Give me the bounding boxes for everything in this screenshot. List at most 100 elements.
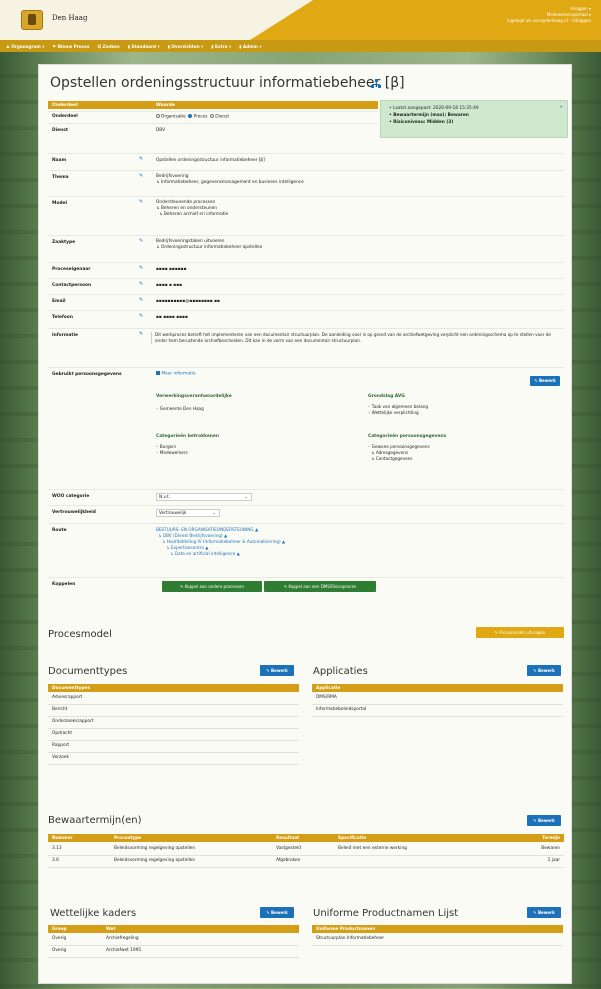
list-item: Opdracht xyxy=(48,729,299,741)
cell-procestype: Beleidsvorming regelgeving opstellen xyxy=(114,858,196,863)
list-item: DMS/RMA xyxy=(312,693,563,705)
link-dms-process-button[interactable]: ✎ Koppel aan een DMS/Risicoproces xyxy=(264,581,376,592)
checkbox-label[interactable]: Meer informatie xyxy=(161,372,195,377)
edit-icon[interactable]: ✎ xyxy=(139,313,143,319)
label-thema: Thema xyxy=(52,175,69,180)
row-onderdeel: Onderdeel Organisatie Proces Dienst xyxy=(48,111,378,122)
last-modified: • Laatst aangepast: 2020-09-18 15:35:49 xyxy=(389,106,479,111)
heading-betrokkenen: Categorieën betrokkenen xyxy=(156,434,220,439)
nav-organogram[interactable]: ♟ Organogram ▾ xyxy=(6,44,44,49)
cell-nummer: 3.13 xyxy=(52,846,62,851)
productnamen-edit-button[interactable]: ✎ Bewerk xyxy=(527,907,561,918)
bewaartermijnen-edit-button[interactable]: ✎ Bewerk xyxy=(527,815,561,826)
edit-icon[interactable]: ✎ xyxy=(139,156,143,162)
row-contactpersoon: Contactpersoon ✎ ▪▪▪▪ ▪ ▪▪▪ xyxy=(48,278,564,293)
edit-icon[interactable]: ✎ xyxy=(139,238,143,244)
value-betrokkenen-2: ◦ Medewerkers xyxy=(156,450,188,455)
row-woo: WOO categorie N.v.t. ⌄ xyxy=(48,489,564,504)
close-icon[interactable]: × xyxy=(559,104,563,111)
logged-in-status[interactable]: Ingelogd als user@denhaag.nl - Uitloggen xyxy=(507,18,591,24)
wettelijke-edit-button[interactable]: ✎ Bewerk xyxy=(260,907,294,918)
nav-overzichten[interactable]: ▮ Overzichten ▾ xyxy=(168,44,204,49)
hierarchy-icon[interactable] xyxy=(371,79,381,88)
brand-name[interactable]: Den Haag xyxy=(52,14,87,22)
documenttypes-header-label: Documenttypes xyxy=(52,686,91,691)
edit-icon[interactable]: ✎ xyxy=(139,265,143,271)
col-wet: Wet xyxy=(106,927,116,932)
user-menu[interactable]: Inloggen ▾ Medewerkersportaal ▾ Ingelogd… xyxy=(507,6,591,24)
value-grondslag-2: ◦ Wettelijke verplichting xyxy=(368,410,419,415)
option-dienst[interactable]: Dienst xyxy=(215,115,229,120)
nav-standaard[interactable]: ▮ Standaard ▾ xyxy=(128,44,160,49)
col-specificatie: Specificatie xyxy=(338,836,367,841)
list-item-text: Opdracht xyxy=(52,731,73,736)
option-organisatie[interactable]: Organisatie xyxy=(161,115,186,120)
label-zaaktype: Zaaktype xyxy=(52,240,76,245)
option-proces[interactable]: Proces xyxy=(193,115,207,120)
procesmodel-request-button[interactable]: ✎ Procesmodel uitvragen xyxy=(476,627,564,638)
row-model: Model ✎ Ondersteunende processen ↳ Beher… xyxy=(48,196,564,227)
chevron-down-icon: ⌄ xyxy=(244,494,248,499)
value-model: Ondersteunende processen ↳ Beheren en on… xyxy=(156,200,228,218)
cell-groep: Overig xyxy=(52,948,67,953)
woo-select[interactable]: N.v.t. ⌄ xyxy=(156,493,252,501)
row-vertrouwelijkheid: Vertrouwelijkheid Vertrouwelijk ⌄ xyxy=(48,505,564,520)
edit-icon[interactable]: ✎ xyxy=(139,281,143,287)
row-thema: Thema ✎ Bedrijfsvoering ↳ Informatiebehe… xyxy=(48,170,564,193)
row-informatie: Informatie ✎ Dit werkproces betreft het … xyxy=(48,328,564,361)
city-crest-logo[interactable] xyxy=(21,10,43,30)
value-informatie: Dit werkproces betreft het implementeren… xyxy=(151,332,555,344)
label-koppelen: Koppelen xyxy=(52,582,76,587)
label-persoonsgegevens: Gebruikt persoonsgegevens xyxy=(52,372,122,377)
value-zaaktype: Bedrijfsvoeringstaken uitvoeren ↳ Ordeni… xyxy=(156,239,262,251)
radio-organisatie[interactable] xyxy=(156,114,160,118)
col-groep: Groep xyxy=(52,927,67,932)
edit-persoonsgegevens-button[interactable]: ✎ Bewerk xyxy=(530,376,560,386)
radio-proces[interactable] xyxy=(188,114,193,118)
cell-groep: Overig xyxy=(52,936,67,941)
row-proceseigenaar: Proceseigenaar ✎ ▪▪▪▪ ▪▪▪▪▪▪ xyxy=(48,262,564,277)
value-verwerking: ◦ Gemeente Den Haag xyxy=(156,406,204,411)
value-contactpersoon: ▪▪▪▪ ▪ ▪▪▪ xyxy=(156,283,183,288)
cell-termijn: 1 jaar xyxy=(547,858,560,863)
zaaktype-level-2: ↳ Ordeningsstructuur informatiebeheer op… xyxy=(156,245,263,250)
value-email[interactable]: ▪▪▪▪▪▪▪▪▪▪@▪▪▪▪▪▪▪▪.▪▪ xyxy=(156,299,220,305)
nav-admin[interactable]: ▮ Admin ▾ xyxy=(239,44,261,49)
applicaties-edit-button[interactable]: ✎ Bewerk xyxy=(527,665,561,676)
nav-zoeken[interactable]: Q Zoeken xyxy=(97,44,119,49)
list-item-text: DMS/RMA xyxy=(316,695,337,700)
row-dienst: Dienst DBV xyxy=(48,123,378,138)
onderdeel-options: Organisatie Proces Dienst xyxy=(156,114,229,121)
row-koppelen: Koppelen ✎ Koppel aan andere processen ✎… xyxy=(48,577,564,598)
radio-dienst[interactable] xyxy=(210,114,215,118)
documenttypes-edit-button[interactable]: ✎ Bewerk xyxy=(260,665,294,676)
cell-resultaat: Afgebroken xyxy=(276,858,301,863)
documenttypes-header: Documenttypes xyxy=(48,684,299,692)
col-termijn: Termijn xyxy=(542,836,560,841)
wettelijke-title: Wettelijke kaders xyxy=(50,908,137,919)
cell-termijn: Bewaren xyxy=(541,846,560,851)
edit-icon[interactable]: ✎ xyxy=(139,331,143,337)
list-item-text: Onderzoeksrapport xyxy=(52,719,94,724)
nav-nieuw-proces[interactable]: ⚑ Nieuw Proces xyxy=(52,44,89,49)
col-procestype: Procestype xyxy=(114,836,142,841)
heading-grondslag: Grondslag AVG xyxy=(368,394,405,399)
col-waarde: Waarde xyxy=(156,102,175,108)
checkbox-meer-informatie[interactable]: Meer informatie xyxy=(156,371,196,378)
table-row: Overig Archiefregeling xyxy=(48,934,299,946)
route-level-5[interactable]: ↳ Data en artificial intelligence ▲ xyxy=(156,551,285,557)
label-proceseigenaar: Proceseigenaar xyxy=(52,267,91,272)
risk-level: • Risiconiveau: Midden (3) xyxy=(389,120,454,125)
nav-extra[interactable]: ▮ Extra ▾ xyxy=(211,44,231,49)
link-other-processes-button[interactable]: ✎ Koppel aan andere processen xyxy=(162,581,262,592)
edit-icon[interactable]: ✎ xyxy=(139,199,143,205)
table-row: Overig Archiefwet 1995 xyxy=(48,946,299,958)
checkbox-checked-icon[interactable] xyxy=(156,371,160,375)
edit-icon[interactable]: ✎ xyxy=(139,173,143,179)
list-item-text: Adviesrapport xyxy=(52,695,83,700)
label-informatie: Informatie xyxy=(52,333,78,338)
edit-icon[interactable]: ✎ xyxy=(139,297,143,303)
row-persoonsgegevens: Gebruikt persoonsgegevens Meer informati… xyxy=(48,367,564,490)
label-contactpersoon: Contactpersoon xyxy=(52,283,92,288)
vertrouwelijkheid-select[interactable]: Vertrouwelijk ⌄ xyxy=(156,509,220,517)
